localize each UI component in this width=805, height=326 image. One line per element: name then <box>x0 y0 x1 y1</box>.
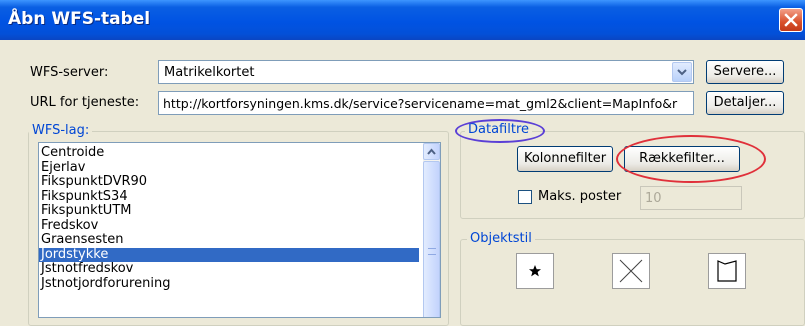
cross-line-icon <box>619 259 643 283</box>
list-scrollbar[interactable] <box>423 143 440 317</box>
url-label: URL for tjeneste: <box>30 95 140 110</box>
chevron-up-icon <box>427 148 436 155</box>
column-filter-button[interactable]: Kolonnefilter <box>517 146 613 172</box>
url-field[interactable]: http://kortforsyningen.kms.dk/service?se… <box>158 91 694 115</box>
datafilters-group <box>460 131 805 219</box>
server-combobox[interactable]: Matrikelkortet <box>158 60 694 84</box>
list-item[interactable]: Jstnotjordforurening <box>39 276 419 292</box>
scroll-up-button[interactable] <box>423 143 440 160</box>
details-button[interactable]: Detaljer... <box>706 91 784 115</box>
server-label: WFS-server: <box>30 65 109 80</box>
list-item[interactable]: Graensesten <box>39 232 419 248</box>
dialog-body: WFS-server: Matrikelkortet Servere... UR… <box>0 40 805 326</box>
wfs-layers-list[interactable]: Centroide Ejerlav FikspunktDVR90 Fikspun… <box>38 142 441 318</box>
list-item[interactable]: FikspunktDVR90 <box>39 174 419 190</box>
max-records-checkbox[interactable] <box>518 190 532 204</box>
region-icon <box>717 260 737 282</box>
list-item[interactable]: FikspunktS34 <box>39 189 419 205</box>
datafilters-label: Datafiltre <box>465 122 532 137</box>
max-records-label: Maks. poster <box>538 189 622 204</box>
max-records-value: 10 <box>645 191 662 206</box>
wfs-layers-label: WFS-lag: <box>29 123 93 138</box>
scroll-thumb[interactable] <box>423 161 440 317</box>
list-item[interactable]: Centroide <box>39 145 419 161</box>
close-button[interactable] <box>779 8 803 32</box>
star-icon <box>529 265 541 277</box>
list-item[interactable]: Jstnotfredskov <box>39 261 419 277</box>
row-filter-button[interactable]: Rækkefilter... <box>624 146 740 172</box>
chevron-down-icon <box>677 69 687 76</box>
list-item-selected[interactable]: Jordstykke <box>39 247 419 262</box>
server-value: Matrikelkortet <box>164 65 255 80</box>
object-style-label: Objektstil <box>467 231 535 246</box>
region-style-button[interactable] <box>708 253 746 289</box>
window-title: Åbn WFS-tabel <box>8 9 151 29</box>
servers-button[interactable]: Servere... <box>706 60 784 84</box>
symbol-style-button[interactable] <box>516 253 554 289</box>
list-item[interactable]: Fredskov <box>39 218 419 234</box>
dropdown-arrow-button[interactable] <box>672 62 692 82</box>
list-item[interactable]: Ejerlav <box>39 160 419 176</box>
line-style-button[interactable] <box>612 253 650 289</box>
url-value: http://kortforsyningen.kms.dk/service?se… <box>163 96 678 111</box>
title-bar: Åbn WFS-tabel <box>0 0 805 40</box>
list-item[interactable]: FikspunktUTM <box>39 203 419 219</box>
close-icon <box>784 13 798 27</box>
max-records-field[interactable]: 10 <box>640 186 742 210</box>
